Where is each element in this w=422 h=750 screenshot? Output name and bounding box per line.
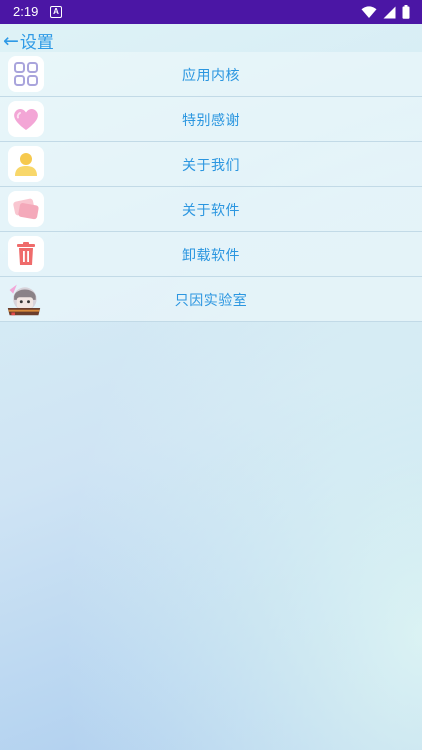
- menu-item-about-us[interactable]: 关于我们: [0, 142, 422, 187]
- notification-icon: A: [50, 6, 62, 18]
- page-title: 设置: [19, 33, 54, 53]
- menu-item-label: 关于我们: [182, 158, 240, 174]
- back-button[interactable]: ← 设置: [3, 28, 54, 54]
- cellular-signal-icon: [383, 6, 396, 18]
- menu-item-label: 关于软件: [182, 203, 240, 219]
- menu-item-app-kernel[interactable]: 应用内核: [0, 52, 422, 97]
- menu-item-label: 卸载软件: [182, 248, 240, 264]
- menu-item-about-software[interactable]: 关于软件: [0, 187, 422, 232]
- menu-item-label: 只因实验室: [174, 293, 248, 309]
- header: ← 设置: [0, 24, 422, 54]
- menu-item-special-thanks[interactable]: 特别感谢: [0, 97, 422, 142]
- wifi-icon: [361, 5, 377, 18]
- menu-item-label: 应用内核: [182, 68, 240, 84]
- status-bar: 2:19 A: [0, 0, 422, 24]
- menu-item-lab[interactable]: 只因实验室: [0, 277, 422, 322]
- status-time: 2:19: [13, 4, 39, 19]
- back-arrow-icon: ←: [3, 29, 19, 52]
- settings-menu: 应用内核 特别感谢 关于我们 关于软件 卸载软件 只因实验室: [0, 52, 422, 322]
- status-icons: [361, 5, 410, 19]
- menu-item-uninstall[interactable]: 卸载软件: [0, 232, 422, 277]
- battery-icon: [402, 5, 410, 19]
- menu-item-label: 特别感谢: [182, 113, 240, 129]
